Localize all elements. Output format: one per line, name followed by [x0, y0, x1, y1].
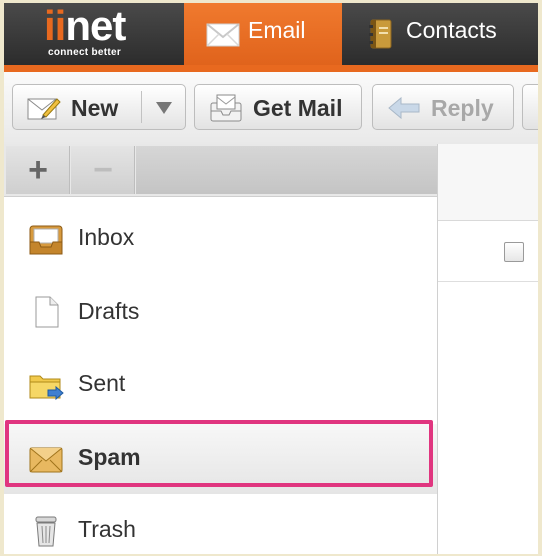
next-toolbar-button[interactable] [522, 84, 538, 130]
new-dropdown-separator [141, 91, 142, 123]
accent-stripe [4, 65, 538, 72]
tab-contacts[interactable]: Contacts [352, 3, 538, 65]
folder-spam[interactable]: Spam [4, 424, 437, 494]
email-app-window: iinet connect better Email Contacts New … [4, 3, 538, 554]
compose-icon [27, 98, 61, 120]
folder-tools-filler [136, 146, 437, 194]
minus-icon: − [93, 151, 113, 189]
tab-email[interactable]: Email [184, 3, 342, 65]
plus-icon: + [28, 151, 48, 189]
reply-arrow-icon [388, 96, 420, 120]
folder-drafts-label: Drafts [78, 298, 140, 324]
folder-sent[interactable]: Sent [4, 350, 437, 420]
tab-contacts-label: Contacts [406, 17, 497, 43]
select-all-checkbox[interactable] [504, 242, 524, 262]
folder-sent-label: Sent [78, 370, 126, 396]
reply-button-label: Reply [431, 95, 494, 121]
folder-inbox[interactable]: Inbox [4, 204, 437, 274]
folder-drafts[interactable]: Drafts [4, 278, 437, 348]
new-button[interactable]: New [12, 84, 186, 130]
get-mail-button-label: Get Mail [253, 95, 343, 121]
logo-tagline: connect better [48, 47, 122, 58]
new-button-label: New [71, 95, 119, 121]
trash-icon [35, 516, 57, 547]
logo-wordmark: iinet [44, 3, 126, 49]
spam-envelope-icon [29, 447, 63, 473]
document-icon [35, 296, 59, 328]
mail-toolbar: New Get Mail Reply [4, 72, 538, 145]
get-mail-button[interactable]: Get Mail [194, 84, 362, 130]
remove-folder-button[interactable]: − [71, 146, 135, 194]
envelope-icon [206, 23, 240, 47]
tab-email-label: Email [248, 17, 306, 43]
inbox-icon [29, 225, 63, 255]
get-mail-icon [210, 94, 242, 122]
chevron-down-icon[interactable] [155, 101, 173, 115]
folder-inbox-label: Inbox [78, 224, 135, 250]
message-list-pane [438, 144, 538, 554]
reply-button[interactable]: Reply [372, 84, 514, 130]
folder-trash-label: Trash [78, 516, 136, 542]
top-navigation-bar: iinet connect better Email Contacts [4, 3, 538, 65]
folder-trash[interactable]: Trash [4, 496, 437, 554]
folder-spam-label: Spam [78, 444, 141, 470]
iinet-logo[interactable]: iinet connect better [44, 3, 140, 61]
sent-folder-icon [29, 375, 64, 401]
add-folder-button[interactable]: + [6, 146, 70, 194]
message-list-header [438, 144, 538, 221]
message-row[interactable] [438, 221, 538, 282]
address-book-icon [369, 19, 392, 49]
folder-pane: + − Inbox Drafts Sent Spam Trash [4, 144, 438, 554]
folder-tools: + − [4, 144, 437, 197]
